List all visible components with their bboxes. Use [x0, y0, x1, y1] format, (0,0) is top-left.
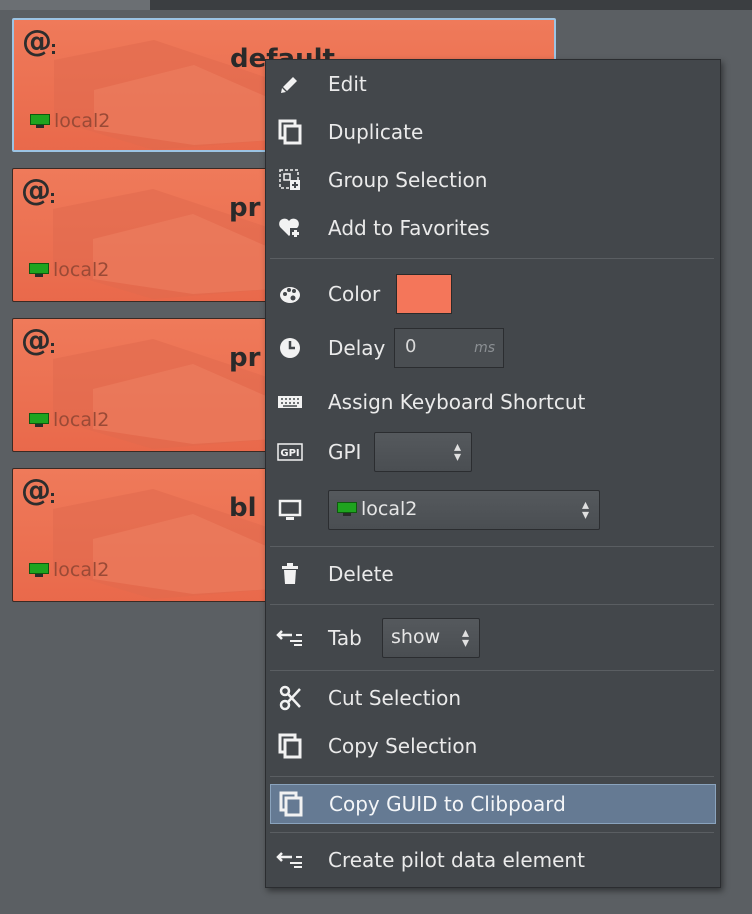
menu-item-cut-selection[interactable]: Cut Selection: [266, 678, 720, 718]
menu-item-label: Delay: [328, 336, 386, 360]
menu-item-label: Add to Favorites: [328, 216, 490, 240]
output-select-label: local2: [361, 498, 418, 520]
tab-select[interactable]: show ▴ ▾: [382, 618, 480, 658]
menu-item-label: Copy Selection: [328, 734, 478, 758]
updown-arrow-icon: ▴ ▾: [581, 497, 589, 523]
menu-separator: [270, 604, 714, 605]
menu-item-add-to-favorites[interactable]: Add to Favorites: [266, 208, 720, 248]
card-host: local2: [29, 409, 109, 431]
monitor-icon: [29, 563, 49, 577]
output-select[interactable]: local2 ▴ ▾: [328, 490, 600, 530]
menu-separator: [270, 258, 714, 259]
menu-separator: [270, 832, 714, 833]
menu-item-copy-selection[interactable]: Copy Selection: [266, 726, 720, 766]
updown-arrow-icon: ▴ ▾: [453, 439, 461, 465]
menu-item-label: Delete: [328, 562, 394, 586]
menu-item-assign-shortcut[interactable]: Assign Keyboard Shortcut: [266, 382, 720, 422]
card-host-label: local2: [53, 409, 110, 431]
monitor-icon: [337, 502, 357, 516]
menu-item-output[interactable]: local2 ▴ ▾: [266, 490, 720, 530]
menu-separator: [270, 776, 714, 777]
menu-item-delete[interactable]: Delete: [266, 554, 720, 594]
menu-item-tab[interactable]: Tab show ▴ ▾: [266, 618, 720, 658]
menu-item-delay[interactable]: Delay 0 ms: [266, 328, 720, 368]
menu-item-label: Duplicate: [328, 120, 424, 144]
card-host-label: local2: [53, 559, 110, 581]
card-host: local2: [29, 559, 109, 581]
menu-item-label: Cut Selection: [328, 686, 462, 710]
scissors-icon: [276, 684, 304, 712]
monitor-icon: [29, 263, 49, 277]
menu-item-color[interactable]: Color: [266, 274, 720, 314]
delay-value: 0: [405, 336, 417, 357]
group-selection-icon: [276, 166, 304, 194]
copy-icon: [277, 790, 305, 818]
tab-arrow-icon: [276, 624, 304, 652]
tab-select-value: show: [391, 626, 441, 648]
menu-item-create-pilot[interactable]: Create pilot data element: [266, 840, 720, 880]
menu-item-label: Copy GUID to Clibpoard: [329, 792, 566, 816]
menu-item-label: Assign Keyboard Shortcut: [328, 390, 586, 414]
heart-add-icon: [276, 214, 304, 242]
menu-item-edit[interactable]: Edit: [266, 64, 720, 104]
gpi-select[interactable]: ▴ ▾: [374, 432, 472, 472]
copy-icon: [276, 732, 304, 760]
at-icon: @: [21, 173, 51, 208]
updown-arrow-icon: ▴ ▾: [461, 625, 469, 651]
menu-item-group-selection[interactable]: Group Selection: [266, 160, 720, 200]
menu-item-label: Create pilot data element: [328, 848, 585, 872]
svg-text:GPI: GPI: [280, 448, 299, 459]
menu-item-label: Edit: [328, 72, 367, 96]
delay-unit: ms: [474, 340, 495, 356]
duplicate-icon: [276, 118, 304, 146]
monitor-icon: [30, 114, 50, 128]
monitor-icon: [29, 413, 49, 427]
menu-item-label: Color: [328, 282, 381, 306]
top-strip-highlight: [0, 0, 150, 10]
card-host-label: local2: [54, 110, 111, 132]
card-name: pr: [229, 193, 261, 223]
delay-input[interactable]: 0 ms: [394, 328, 504, 368]
at-sub-icon: [51, 493, 58, 503]
card-host: local2: [30, 110, 110, 132]
menu-item-label: GPI: [328, 440, 362, 464]
trash-icon: [276, 560, 304, 588]
at-sub-icon: [51, 343, 58, 353]
keyboard-icon: [276, 388, 304, 416]
clock-icon: [276, 334, 304, 362]
pencil-icon: [276, 70, 304, 98]
at-sub-icon: [52, 44, 59, 54]
card-host-label: local2: [53, 259, 110, 281]
menu-separator: [270, 546, 714, 547]
menu-item-duplicate[interactable]: Duplicate: [266, 112, 720, 152]
context-menu: Edit Duplicate Group Selection Add to Fa…: [265, 59, 721, 888]
menu-item-gpi[interactable]: GPI GPI ▴ ▾: [266, 432, 720, 472]
card-name: pr: [229, 343, 261, 373]
at-icon: @: [21, 323, 51, 358]
at-sub-icon: [51, 193, 58, 203]
output-select-value: local2: [337, 498, 417, 520]
menu-item-label: Group Selection: [328, 168, 488, 192]
at-icon: @: [22, 24, 52, 59]
at-icon: @: [21, 473, 51, 508]
palette-icon: [276, 280, 304, 308]
menu-separator: [270, 670, 714, 671]
menu-item-label: Tab: [328, 626, 362, 650]
card-name: bl: [229, 493, 257, 523]
tab-arrow-icon: [276, 846, 304, 874]
gpi-icon: GPI: [276, 438, 304, 466]
color-swatch[interactable]: [396, 274, 452, 314]
menu-item-copy-guid[interactable]: Copy GUID to Clibpoard: [270, 784, 716, 824]
card-host: local2: [29, 259, 109, 281]
monitor-outline-icon: [276, 496, 304, 524]
top-strip: [0, 0, 752, 10]
